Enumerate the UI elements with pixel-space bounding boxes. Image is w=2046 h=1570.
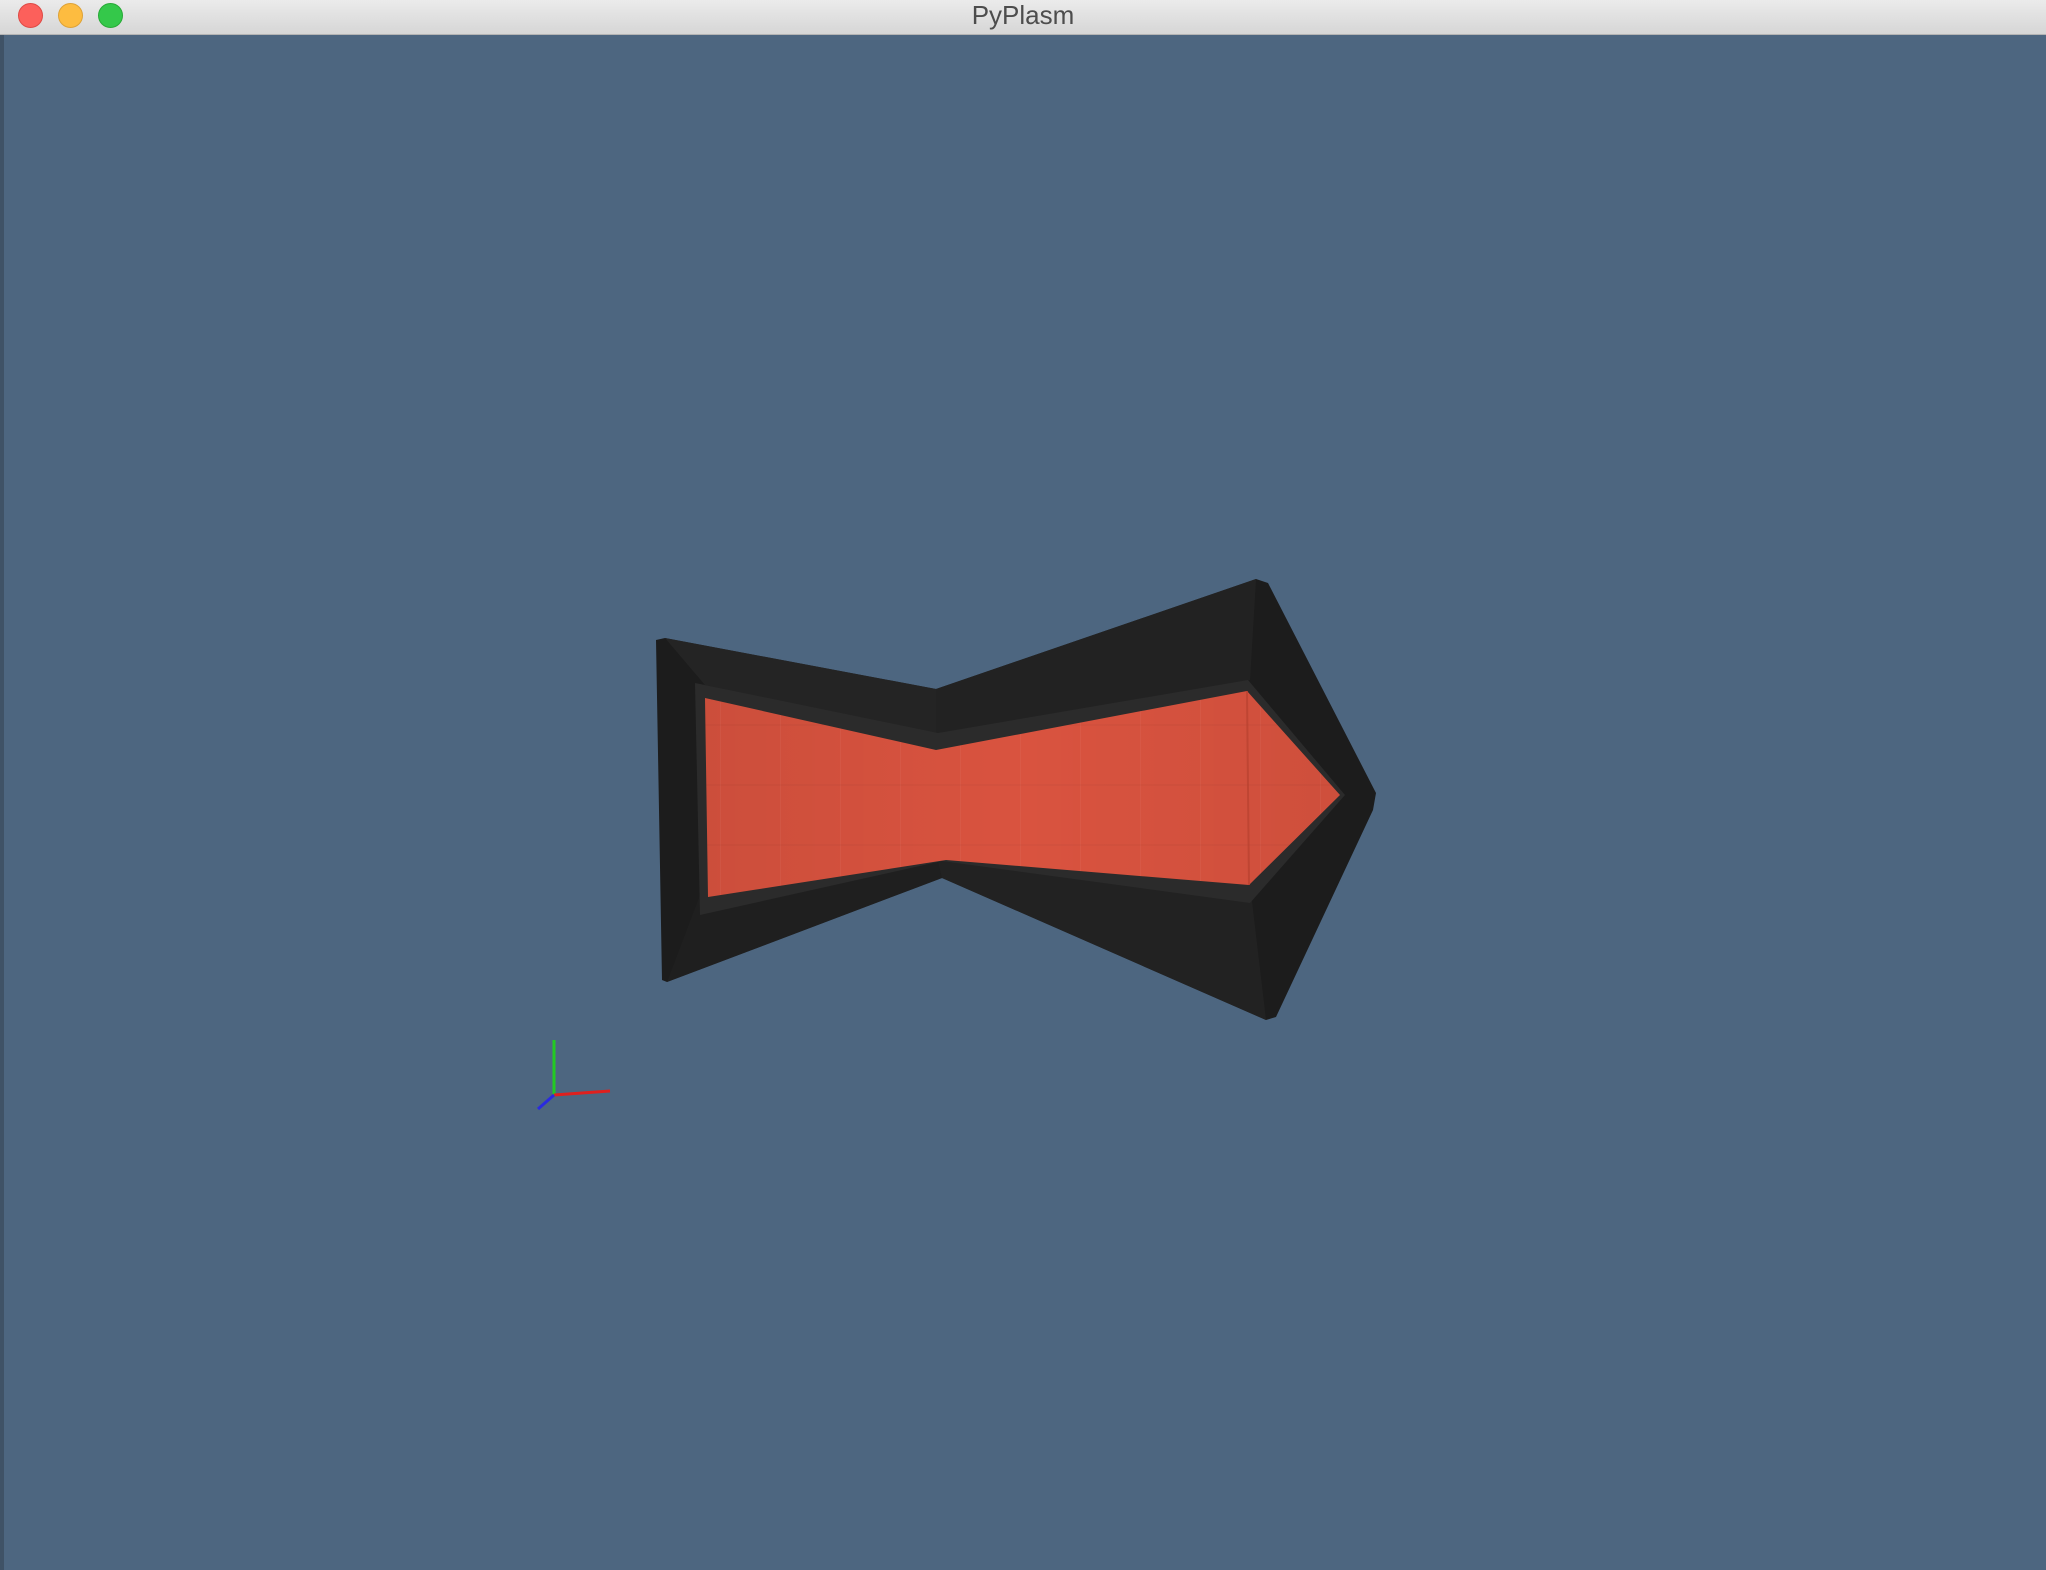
window-title: PyPlasm: [971, 0, 1075, 30]
axis-x: [553, 1089, 611, 1097]
pyplasm-window: PyPlasm: [0, 0, 2046, 1570]
axis-z: [537, 1093, 555, 1111]
axes-gizmo: [537, 1040, 611, 1111]
scene-canvas: [537, 579, 1376, 1111]
title-bar[interactable]: PyPlasm: [0, 0, 2046, 35]
3d-viewport[interactable]: [0, 35, 2046, 1570]
extruded-arrow-model: [656, 579, 1376, 1020]
